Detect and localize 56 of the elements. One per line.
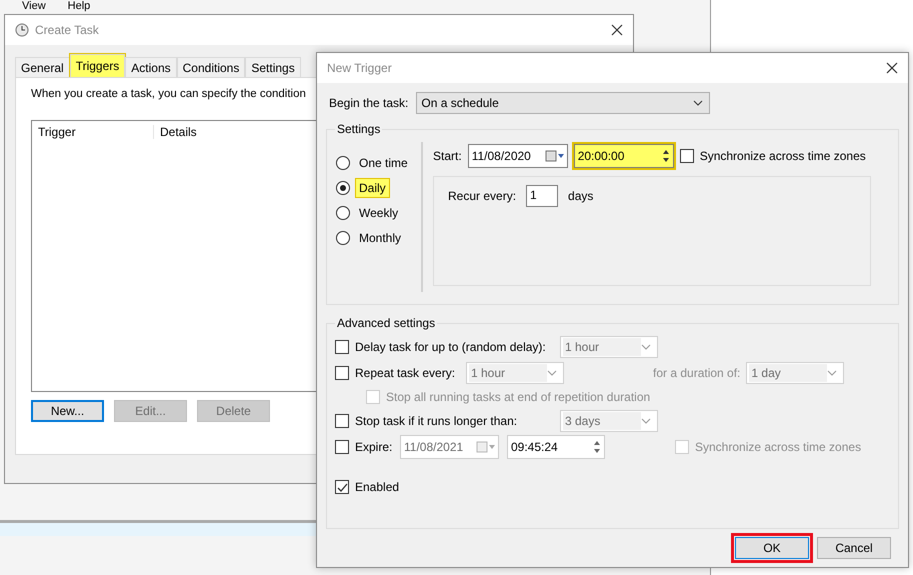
radio-button[interactable] [336, 206, 350, 220]
expire-time-spinner[interactable]: 09:45:24 [507, 435, 605, 459]
column-header[interactable]: Trigger [32, 125, 154, 139]
start-label: Start: [433, 149, 462, 163]
tab[interactable]: Settings [245, 57, 301, 77]
checkmark-icon [336, 482, 348, 492]
chevron-icon [693, 100, 704, 106]
window-title: New Trigger [327, 61, 392, 75]
calendar-icon [544, 150, 565, 162]
repeat-checkbox[interactable]: Repeat task every: [335, 366, 466, 380]
intro-text: When you create a task, you can specify the condition [31, 88, 306, 100]
close-icon[interactable] [886, 62, 898, 74]
chevron-icon [641, 344, 651, 350]
expire-date-picker[interactable]: 11/08/2021 [400, 435, 499, 459]
option-label[interactable]: Daily [356, 178, 389, 196]
begin-dropdown[interactable]: On a schedule [416, 92, 710, 114]
delay-dropdown[interactable]: 1 hour [560, 336, 658, 358]
time-spinner[interactable]: 20:00:00 [574, 144, 674, 168]
delay-checkbox[interactable]: Delay task for up to (random delay): [335, 340, 560, 354]
radio-button[interactable] [336, 180, 350, 194]
action-button[interactable]: New... [31, 400, 104, 422]
begin-label: Begin the task: [329, 96, 408, 110]
date-picker[interactable]: 11/08/2020 [468, 144, 568, 168]
sync-checkbox[interactable]: Synchronize across time zones [680, 149, 866, 163]
enabled-checkbox[interactable]: Enabled [335, 480, 400, 494]
unit-label: days [568, 189, 594, 203]
tab[interactable]: Triggers [70, 54, 126, 77]
group-legend: Settings [335, 122, 382, 136]
expire-checkbox[interactable]: Expire: [335, 440, 400, 454]
menu-item[interactable]: View [22, 0, 46, 14]
recur-label: Recur every: [448, 189, 516, 203]
repeat-dropdown[interactable]: 1 hour [466, 362, 564, 384]
tab[interactable]: Actions [125, 57, 177, 77]
radio-button[interactable] [336, 230, 350, 244]
chevron-icon [547, 370, 557, 376]
clock-icon [15, 23, 29, 37]
stop-checkbox[interactable]: Stop task if it runs longer than: [335, 414, 560, 428]
column-header[interactable]: Details [154, 125, 197, 139]
recur-input[interactable]: 1 [526, 185, 558, 207]
close-icon[interactable] [611, 24, 623, 36]
radio-button[interactable] [336, 156, 350, 170]
stop-dropdown[interactable]: 3 days [560, 410, 658, 432]
duration-dropdown[interactable]: 1 day [746, 362, 844, 384]
calendar-icon [476, 441, 496, 453]
chevron-icon [641, 418, 651, 424]
duration-label: for a duration of: [653, 366, 740, 380]
option-label[interactable]: Monthly [356, 228, 404, 246]
option-label[interactable]: Weekly [356, 204, 402, 222]
window-title: Create Task [35, 23, 99, 37]
option-label[interactable]: One time [356, 154, 411, 172]
group-legend: Advanced settings [335, 316, 438, 330]
tab[interactable]: General [15, 57, 70, 77]
chevron-icon [827, 370, 838, 376]
menu-item[interactable]: Help [68, 0, 90, 14]
tab[interactable]: Conditions [176, 57, 246, 77]
dialog-button[interactable]: Cancel [817, 537, 891, 559]
